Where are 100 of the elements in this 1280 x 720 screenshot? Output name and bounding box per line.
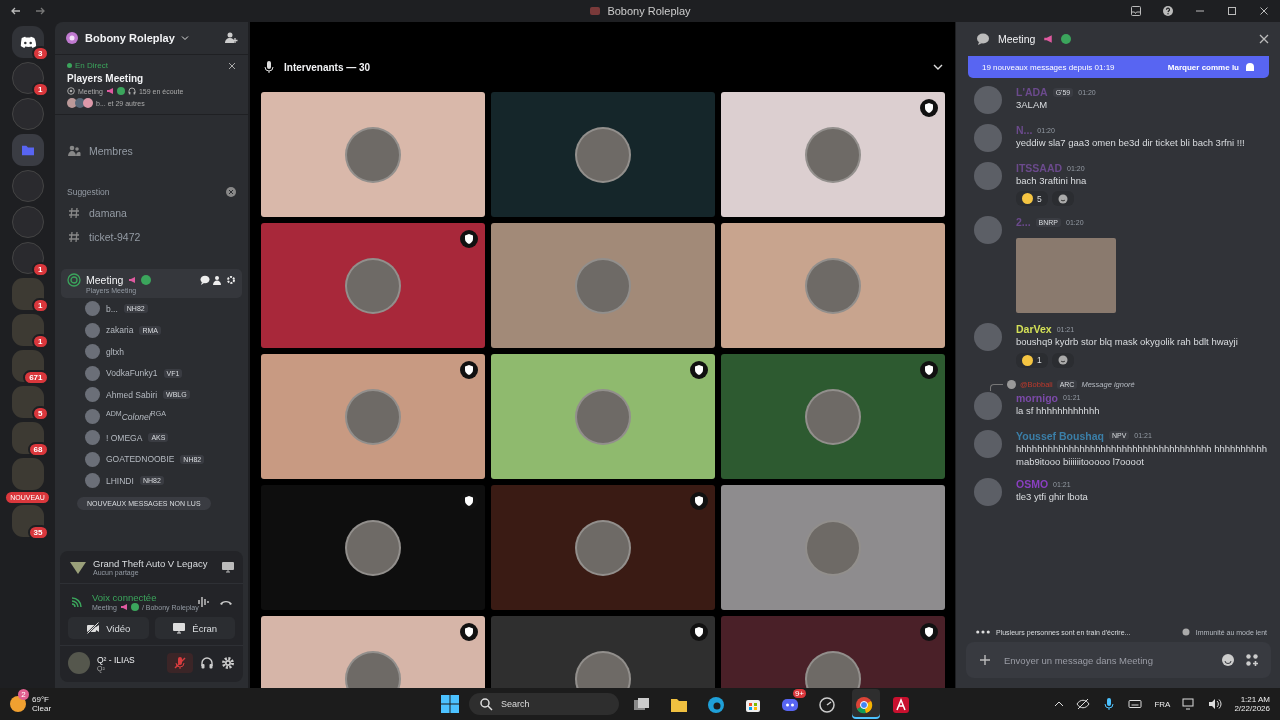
hidden-eye-icon[interactable] xyxy=(1076,697,1091,711)
emoji-icon[interactable] xyxy=(1221,653,1235,667)
shield-icon xyxy=(460,230,478,248)
server-name[interactable]: Bobony Roleplay xyxy=(85,32,175,44)
help-icon[interactable] xyxy=(1162,5,1174,17)
camera-off-icon[interactable] xyxy=(86,621,101,635)
language-indicator[interactable]: FRA xyxy=(1154,699,1171,709)
mark-read-link[interactable]: Marquer comme lu xyxy=(1167,62,1239,72)
unread-badge: 3 xyxy=(32,46,49,61)
close-icon[interactable] xyxy=(228,61,236,70)
clock[interactable]: 1:21 AM 2/22/2026 xyxy=(1234,695,1270,713)
microphone-icon[interactable] xyxy=(1102,697,1117,711)
chevron-down-icon[interactable] xyxy=(933,62,943,72)
member-name[interactable]: zakaria xyxy=(106,325,134,336)
speaker-tile[interactable] xyxy=(491,485,715,610)
keyboard-icon[interactable] xyxy=(1128,697,1143,711)
server-icon[interactable] xyxy=(11,62,44,94)
shield-icon xyxy=(920,623,938,641)
avatar xyxy=(85,387,100,403)
close-icon[interactable] xyxy=(1258,5,1270,17)
member-name[interactable]: gltxh xyxy=(106,346,124,357)
home-logo-icon[interactable] xyxy=(18,35,37,49)
message-text: bach 3raftini hna xyxy=(1016,174,1088,188)
speaker-tile[interactable] xyxy=(721,223,945,348)
video-button[interactable]: Vidéo xyxy=(68,617,149,639)
screen-share-icon[interactable] xyxy=(221,560,235,574)
unread-badge: 68 xyxy=(27,442,49,457)
speaker-tile[interactable] xyxy=(491,354,715,479)
members-link[interactable]: Membres xyxy=(61,139,242,163)
speaker-tile[interactable] xyxy=(491,92,715,217)
soundboard-icon[interactable] xyxy=(197,594,211,609)
speaker-tile[interactable] xyxy=(261,354,485,479)
gauge-icon[interactable] xyxy=(817,695,837,715)
close-icon[interactable] xyxy=(226,187,236,197)
maximize-icon[interactable] xyxy=(1226,5,1238,17)
settings-icon[interactable] xyxy=(221,656,235,670)
shield-icon xyxy=(690,361,708,379)
smiley-icon[interactable] xyxy=(1057,355,1068,366)
add-reaction-button[interactable] xyxy=(1051,191,1074,207)
reaction-button[interactable]: 5 xyxy=(1016,191,1048,207)
headphones-icon[interactable] xyxy=(200,656,214,670)
speaker-tile[interactable] xyxy=(721,485,945,610)
screen-share-button[interactable]: Écran xyxy=(154,617,235,639)
text-channel[interactable]: ticket-9472 xyxy=(61,225,242,249)
search-field[interactable]: Search xyxy=(469,693,619,715)
message-input[interactable]: Envoyer un message dans Meeting xyxy=(1002,653,1196,667)
members-icon[interactable] xyxy=(67,144,81,158)
browser-icon[interactable] xyxy=(706,695,726,715)
message-author[interactable]: DarVex xyxy=(1016,323,1052,336)
shield-icon xyxy=(920,99,938,117)
mark-read-icon[interactable] xyxy=(1245,62,1255,72)
taskbar-app-button[interactable]: 9+ xyxy=(778,689,806,719)
add-reaction-button[interactable] xyxy=(1051,352,1074,368)
category-name[interactable]: Suggestion xyxy=(67,187,110,197)
stage-icon[interactable] xyxy=(67,273,81,287)
hash-icon[interactable] xyxy=(67,206,81,220)
avatar xyxy=(1007,379,1016,389)
server-icon[interactable] xyxy=(11,242,44,274)
member-name[interactable]: b... xyxy=(106,303,118,314)
weather-icon[interactable] xyxy=(10,696,26,712)
network-icon[interactable] xyxy=(1182,697,1197,711)
speaker-tile[interactable] xyxy=(261,92,485,217)
speaker-tile[interactable] xyxy=(491,223,715,348)
microphone-button[interactable] xyxy=(167,653,193,673)
member-name[interactable]: $^{ADM}$Colonel$^{RGA}$ xyxy=(106,410,166,423)
speaker-tile[interactable] xyxy=(721,354,945,479)
server-folder[interactable] xyxy=(11,505,44,537)
speaker-tile[interactable] xyxy=(261,223,485,348)
speaker-tile[interactable] xyxy=(261,485,485,610)
chat-bubble-icon[interactable] xyxy=(200,275,210,285)
add-member-icon[interactable] xyxy=(224,31,238,45)
smiley-icon[interactable] xyxy=(1057,193,1068,204)
search-icon[interactable] xyxy=(479,697,493,711)
close-icon[interactable] xyxy=(1259,34,1269,44)
member-name[interactable]: LHINDI xyxy=(106,475,134,486)
add-icon[interactable] xyxy=(978,653,992,667)
message-text: yeddiw sla7 gaa3 omen be3d dir ticket bli bach 3rfni !!! xyxy=(1016,136,1246,150)
headphones-icon xyxy=(127,87,136,95)
back-icon[interactable] xyxy=(10,5,22,17)
member-name[interactable]: ! OMEGA xyxy=(106,432,143,443)
member-name[interactable]: VodkaFunky1 xyxy=(106,368,158,379)
forward-icon[interactable] xyxy=(34,5,46,17)
speaker-tile[interactable] xyxy=(721,92,945,217)
inbox-icon[interactable] xyxy=(1130,5,1142,17)
chrome-icon[interactable] xyxy=(854,695,874,715)
member-name[interactable]: GOATEDNOOBIE xyxy=(106,454,175,465)
hash-icon[interactable] xyxy=(67,230,81,244)
letter-icon[interactable] xyxy=(891,695,911,715)
member-name[interactable]: Ahmed Sabiri xyxy=(106,389,158,400)
speaker-icon[interactable] xyxy=(1208,697,1223,711)
apps-icon[interactable] xyxy=(1245,653,1259,667)
taskbar-app-button[interactable] xyxy=(852,689,880,719)
start-icon[interactable] xyxy=(440,694,460,714)
add-member-icon[interactable] xyxy=(213,275,223,285)
chevron-up-icon[interactable] xyxy=(1054,699,1065,709)
text-channel[interactable]: damana xyxy=(61,201,242,225)
server-folder[interactable] xyxy=(11,422,44,454)
reaction-button[interactable]: 1 xyxy=(1016,352,1048,368)
screen-share-icon[interactable] xyxy=(172,621,187,635)
home-button[interactable] xyxy=(11,26,44,58)
